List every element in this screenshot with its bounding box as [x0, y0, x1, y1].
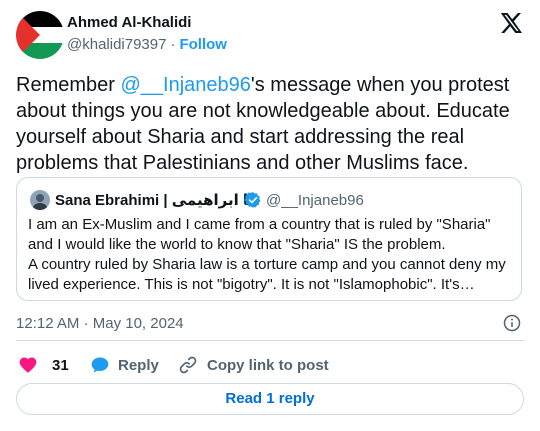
quoted-paragraph-1: I am an Ex-Muslim and I came from a coun… — [28, 216, 491, 253]
mention-link[interactable]: @__Injaneb96 — [120, 74, 250, 96]
x-logo-icon[interactable] — [499, 11, 523, 35]
embedded-post: Ahmed Al-Khalidi @khalidi79397 · Follow Re… — [0, 0, 540, 431]
like-count: 31 — [52, 356, 69, 374]
info-icon[interactable] — [503, 314, 521, 332]
link-icon — [179, 356, 197, 374]
post-text: Remember @__Injaneb96's message when you… — [16, 72, 526, 176]
post-timestamp[interactable]: 12:12 AM · May 10, 2024 — [16, 315, 184, 332]
post-date: May 10, 2024 — [92, 315, 184, 332]
read-replies-button[interactable]: Read 1 reply — [16, 383, 524, 415]
follow-button[interactable]: Follow — [179, 36, 227, 53]
author-meta: @khalidi79397 · Follow — [67, 36, 227, 53]
quoted-post-text: I am an Ex-Muslim and I came from a coun… — [28, 215, 514, 295]
quoted-author-handle: @__Injaneb96 — [266, 192, 364, 209]
heart-icon — [19, 357, 37, 373]
reply-label: Reply — [118, 356, 159, 374]
author-handle[interactable]: @khalidi79397 — [67, 36, 166, 53]
separator-dot: · — [83, 315, 89, 332]
speech-bubble-icon — [91, 357, 109, 373]
reply-button[interactable]: Reply — [90, 354, 159, 376]
author-name[interactable]: Ahmed Al-Khalidi — [67, 14, 191, 31]
profile-photo-icon — [30, 190, 50, 210]
post-text-start: Remember — [16, 74, 121, 96]
copy-link-label: Copy link to post — [207, 356, 329, 374]
quoted-paragraph-2: A country ruled by Sharia law is a tortu… — [28, 256, 506, 293]
separator-dot: · — [170, 36, 176, 53]
like-button[interactable]: 31 — [18, 354, 69, 376]
palestine-flag-icon — [16, 11, 64, 59]
verified-badge-icon — [244, 192, 261, 208]
author-avatar[interactable] — [16, 11, 64, 59]
quoted-author-name: Sana Ebrahimi | ثنا ابراهیمی — [55, 192, 261, 209]
divider — [16, 340, 524, 341]
quoted-post[interactable]: Sana Ebrahimi | ثنا ابراهیمی @__Injaneb9… — [16, 177, 522, 301]
post-time: 12:12 AM — [16, 315, 80, 332]
quoted-author-avatar — [30, 190, 50, 210]
copy-link-button[interactable]: Copy link to post — [178, 354, 329, 376]
